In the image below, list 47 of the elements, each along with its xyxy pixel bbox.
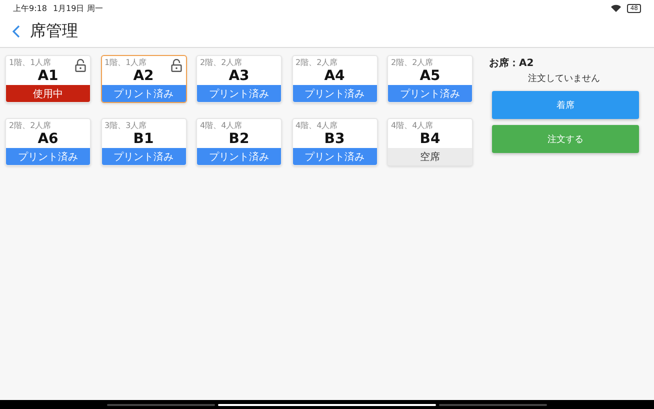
- seat-card[interactable]: 4階、4人席 B2 プリント済み: [196, 118, 282, 166]
- seat-status: プリント済み: [197, 148, 281, 165]
- seat-info: 2階、2人席: [294, 57, 339, 68]
- seat-info: 2階、2人席: [390, 57, 434, 68]
- seat-card[interactable]: 2階、2人席 A4 プリント済み: [292, 55, 378, 103]
- seat-name: A1: [36, 68, 60, 85]
- seat-info: 4階、4人席: [294, 120, 339, 131]
- seat-name: A2: [132, 68, 155, 85]
- seat-name: A3: [228, 68, 250, 85]
- seat-card[interactable]: 4階、4人席 B3 プリント済み: [292, 118, 378, 166]
- back-icon[interactable]: [12, 25, 20, 38]
- seat-info: 2階、2人席: [8, 120, 52, 131]
- seat-card[interactable]: 4階、4人席 B4 空席: [387, 118, 473, 166]
- seat-info: 4階、4人席: [390, 120, 434, 131]
- seat-status: 使用中: [6, 85, 90, 102]
- seat-card[interactable]: 3階、3人席 B1 プリント済み: [100, 118, 186, 166]
- seat-card[interactable]: 2階、2人席 A6 プリント済み: [5, 118, 91, 166]
- seat-status: プリント済み: [292, 148, 376, 165]
- status-date: 1月19日 周一: [52, 2, 103, 14]
- seat-card[interactable]: 1階、1人席 A2 プリント済み: [100, 55, 186, 103]
- seat-status: プリント済み: [197, 85, 281, 102]
- seat-status: プリント済み: [388, 85, 472, 102]
- seat-card[interactable]: 2階、2人席 A5 プリント済み: [387, 55, 473, 103]
- seat-status: プリント済み: [102, 85, 186, 102]
- seat-name: B4: [418, 131, 442, 148]
- seat-info: 2階、2人席: [199, 57, 244, 68]
- seat-name: B3: [323, 131, 346, 148]
- seat-info: 1階、1人席: [8, 57, 52, 68]
- seat-info: 3階、3人席: [104, 120, 148, 131]
- seat-name: A4: [323, 68, 346, 85]
- seat-name: A5: [418, 68, 442, 85]
- seat-status: プリント済み: [292, 85, 376, 102]
- page-title: 席管理: [30, 21, 78, 42]
- status-time: 上午9:18: [13, 2, 47, 14]
- seat-status: プリント済み: [6, 148, 90, 165]
- seat-name: B2: [228, 131, 250, 148]
- seat-status: 空席: [388, 148, 472, 165]
- seat-card[interactable]: 2階、2人席 A3 プリント済み: [196, 55, 282, 103]
- order-status: 注文していません: [527, 72, 601, 85]
- wifi-icon: [611, 4, 622, 12]
- seat-name: A6: [36, 131, 60, 148]
- selected-seat-label: お席：A2: [489, 56, 535, 70]
- seat-info: 1階、1人席: [104, 57, 148, 68]
- seat-card[interactable]: 1階、1人席 A1 使用中: [5, 55, 91, 103]
- seat-status: プリント済み: [102, 148, 186, 165]
- seat-info: 4階、4人席: [199, 120, 244, 131]
- seat-name: B1: [132, 131, 155, 148]
